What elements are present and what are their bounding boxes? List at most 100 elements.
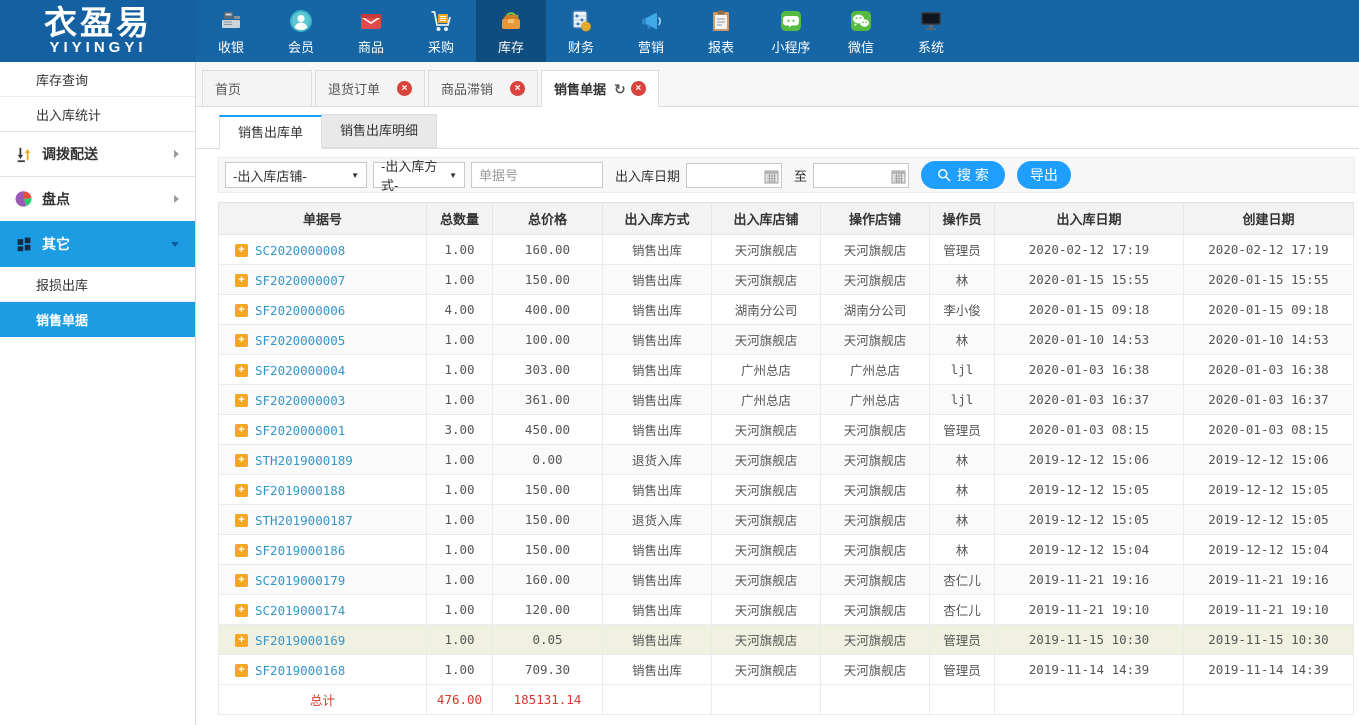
table-row[interactable]: +SF20200000013.00450.00销售出库天河旗舰店天河旗舰店管理员…: [219, 415, 1354, 445]
expand-icon[interactable]: +: [235, 574, 248, 587]
cell-6: 林: [930, 265, 995, 295]
tab-slow-goods[interactable]: 商品滞销×: [428, 70, 538, 107]
doc-number-link[interactable]: SF2020000005: [255, 333, 345, 348]
close-icon[interactable]: ×: [397, 81, 412, 96]
doc-number-link[interactable]: SC2019000174: [255, 603, 345, 618]
doc-number-link[interactable]: SC2020000008: [255, 243, 345, 258]
expand-icon[interactable]: +: [235, 244, 248, 257]
cell-3: 退货入库: [603, 505, 712, 535]
cell-5: 天河旗舰店: [821, 265, 930, 295]
export-button[interactable]: 导出: [1017, 161, 1071, 189]
expand-icon[interactable]: +: [235, 274, 248, 287]
nav-item-system[interactable]: 系统: [896, 0, 966, 62]
chevron-down-icon: [171, 242, 179, 247]
sidebar-item-stocktake[interactable]: 盘点: [0, 176, 195, 222]
cell-8: 2019-11-21 19:16: [1184, 565, 1354, 595]
date-from-input[interactable]: [686, 163, 782, 188]
cell-1: 1.00: [427, 565, 493, 595]
nav-item-wechat[interactable]: 微信: [826, 0, 896, 62]
table-row[interactable]: +STH20190001891.000.00退货入库天河旗舰店天河旗舰店林201…: [219, 445, 1354, 475]
cell-6: 林: [930, 325, 995, 355]
nav-item-goods[interactable]: 商品: [336, 0, 406, 62]
cell-4: 天河旗舰店: [712, 445, 821, 475]
table-row[interactable]: +SF20190001691.000.05销售出库天河旗舰店天河旗舰店管理员20…: [219, 625, 1354, 655]
expand-icon[interactable]: +: [235, 304, 248, 317]
close-icon[interactable]: ×: [631, 81, 646, 96]
doc-number-link[interactable]: SF2019000188: [255, 483, 345, 498]
store-filter-select[interactable]: -出入库店铺- ▼: [225, 162, 367, 188]
expand-icon[interactable]: +: [235, 334, 248, 347]
expand-icon[interactable]: +: [235, 484, 248, 497]
search-button[interactable]: 搜 索: [921, 161, 1005, 189]
table-row[interactable]: +SC20190001741.00120.00销售出库天河旗舰店天河旗舰店杏仁儿…: [219, 595, 1354, 625]
sidebar-item-damage-out[interactable]: 报损出库: [0, 267, 195, 302]
doc-number-link[interactable]: SF2020000004: [255, 363, 345, 378]
close-icon[interactable]: ×: [510, 81, 525, 96]
nav-item-finance[interactable]: 财务: [546, 0, 616, 62]
table-row[interactable]: +SF20200000071.00150.00销售出库天河旗舰店天河旗舰店林20…: [219, 265, 1354, 295]
cell-3: 销售出库: [603, 535, 712, 565]
expand-icon[interactable]: +: [235, 514, 248, 527]
expand-icon[interactable]: +: [235, 544, 248, 557]
doc-number-link[interactable]: SF2019000186: [255, 543, 345, 558]
expand-icon[interactable]: +: [235, 634, 248, 647]
table-row[interactable]: +SF20200000051.00100.00销售出库天河旗舰店天河旗舰店林20…: [219, 325, 1354, 355]
date-to-input[interactable]: [813, 163, 909, 188]
nav-item-label: 商品: [358, 37, 384, 56]
nav-item-marketing[interactable]: 营销: [616, 0, 686, 62]
cell-7: 2020-01-03 16:38: [995, 355, 1184, 385]
cell-1: 1.00: [427, 595, 493, 625]
tab-return-order[interactable]: 退货订单×: [315, 70, 425, 107]
nav-item-report[interactable]: 报表: [686, 0, 756, 62]
expand-icon[interactable]: +: [235, 664, 248, 677]
table-row[interactable]: +SF20190001681.00709.30销售出库天河旗舰店天河旗舰店管理员…: [219, 655, 1354, 685]
nav-item-label: 会员: [288, 37, 314, 56]
nav-item-miniprogram[interactable]: 小程序: [756, 0, 826, 62]
cell-2: 0.05: [493, 625, 603, 655]
expand-icon[interactable]: +: [235, 394, 248, 407]
cell-6: ljl: [930, 385, 995, 415]
doc-number-link[interactable]: SF2019000168: [255, 663, 345, 678]
cell-3: 销售出库: [603, 595, 712, 625]
table-row[interactable]: +SC20200000081.00160.00销售出库天河旗舰店天河旗舰店管理员…: [219, 235, 1354, 265]
pie-icon: [14, 189, 34, 209]
refresh-icon[interactable]: ↻: [614, 82, 626, 96]
table-row[interactable]: +SF20200000064.00400.00销售出库湖南分公司湖南分公司李小俊…: [219, 295, 1354, 325]
nav-item-member[interactable]: 会员: [266, 0, 336, 62]
table-row[interactable]: +SF20190001861.00150.00销售出库天河旗舰店天河旗舰店林20…: [219, 535, 1354, 565]
table-row[interactable]: +SF20200000041.00303.00销售出库广州总店广州总店ljl20…: [219, 355, 1354, 385]
nav-item-cashier[interactable]: 收银: [196, 0, 266, 62]
io-type-filter-select[interactable]: -出入库方式- ▼: [373, 162, 465, 188]
sidebar-item-transfer-delivery[interactable]: 调拨配送: [0, 131, 195, 177]
expand-icon[interactable]: +: [235, 364, 248, 377]
doc-number-link[interactable]: STH2019000187: [255, 513, 353, 528]
sidebar-item-stock-io-stats[interactable]: 出入库统计: [0, 97, 195, 132]
table-row[interactable]: +SF20200000031.00361.00销售出库广州总店广州总店ljl20…: [219, 385, 1354, 415]
subtab-sales-outbound-detail[interactable]: 销售出库明细: [321, 114, 437, 148]
goods-icon: [357, 7, 385, 35]
sidebar-item-stock-query[interactable]: 库存查询: [0, 62, 195, 97]
table-row[interactable]: +SC20190001791.00160.00销售出库天河旗舰店天河旗舰店杏仁儿…: [219, 565, 1354, 595]
tab-home[interactable]: 首页: [202, 70, 312, 107]
doc-number-link[interactable]: SF2020000003: [255, 393, 345, 408]
doc-number-link[interactable]: SF2020000001: [255, 423, 345, 438]
expand-icon[interactable]: +: [235, 424, 248, 437]
table-row[interactable]: +STH20190001871.00150.00退货入库天河旗舰店天河旗舰店林2…: [219, 505, 1354, 535]
expand-icon[interactable]: +: [235, 454, 248, 467]
nav-item-inventory[interactable]: 库存: [476, 0, 546, 62]
doc-number-link[interactable]: SF2019000169: [255, 633, 345, 648]
store-filter-value: -出入库店铺-: [233, 166, 307, 185]
subtab-sales-outbound[interactable]: 销售出库单: [219, 115, 322, 149]
cell-6: 管理员: [930, 415, 995, 445]
doc-number-link[interactable]: STH2019000189: [255, 453, 353, 468]
doc-number-link[interactable]: SF2020000006: [255, 303, 345, 318]
tab-sales-doc[interactable]: 销售单据↻×: [541, 70, 659, 107]
doc-number-link[interactable]: SF2020000007: [255, 273, 345, 288]
nav-item-purchase[interactable]: 采购: [406, 0, 476, 62]
sidebar-item-sales-doc[interactable]: 销售单据: [0, 302, 195, 337]
doc-number-input[interactable]: [471, 162, 603, 188]
expand-icon[interactable]: +: [235, 604, 248, 617]
doc-number-link[interactable]: SC2019000179: [255, 573, 345, 588]
sidebar-item-others[interactable]: 其它: [0, 221, 195, 267]
table-row[interactable]: +SF20190001881.00150.00销售出库天河旗舰店天河旗舰店林20…: [219, 475, 1354, 505]
